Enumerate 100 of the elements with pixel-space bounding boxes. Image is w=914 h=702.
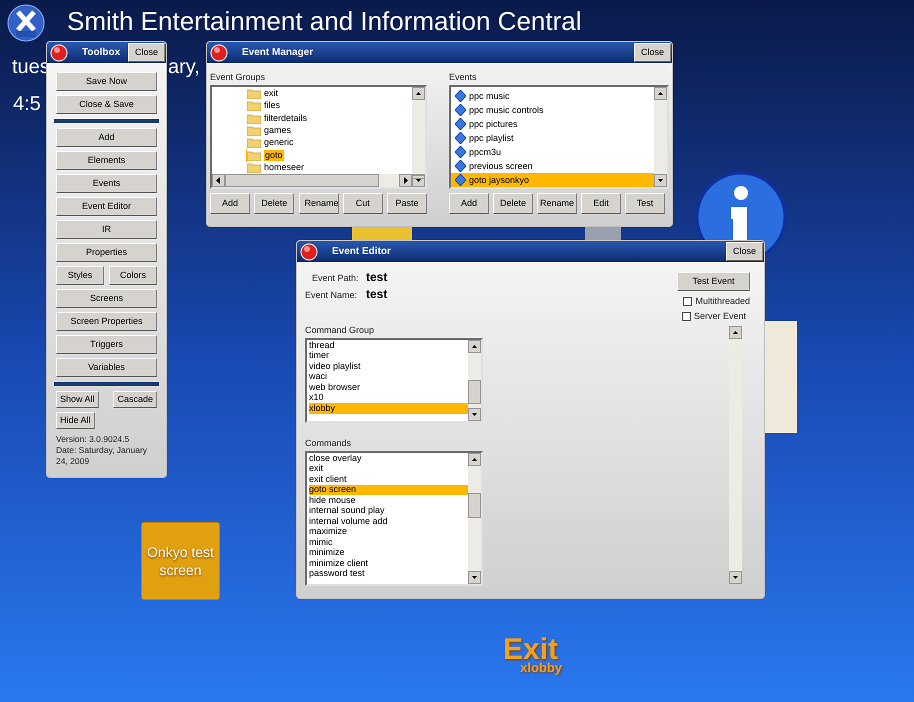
list-item[interactable]: internal sound play — [309, 506, 468, 516]
list-item[interactable]: hide mouse — [309, 495, 468, 506]
event-icon — [455, 104, 466, 116]
list-item[interactable]: minimize client — [309, 558, 468, 568]
scrollbar[interactable] — [412, 87, 426, 187]
button[interactable]: Test Event — [677, 272, 750, 291]
list-item[interactable]: ppc pictures — [455, 117, 654, 131]
scroll-thumb[interactable] — [468, 493, 481, 518]
button[interactable]: Delete — [493, 193, 534, 214]
list-item[interactable]: filterdetails — [246, 112, 412, 124]
button[interactable]: Properties — [56, 243, 157, 262]
list-item[interactable]: ppc music controls — [455, 103, 654, 117]
list-item[interactable]: mimic — [309, 537, 468, 548]
list-item[interactable]: exit client — [309, 474, 468, 484]
list-item[interactable]: previous screen — [455, 159, 654, 173]
list-item[interactable]: goto screen — [309, 484, 468, 495]
scroll-thumb[interactable] — [412, 175, 426, 179]
list-item[interactable]: maximize — [309, 526, 468, 537]
event-icon — [455, 160, 466, 172]
button[interactable]: Close & Save — [56, 95, 157, 114]
field-value: test — [366, 269, 388, 286]
button[interactable]: Add — [56, 128, 157, 147]
field-value: test — [366, 286, 388, 303]
list-item[interactable]: homeseer — [246, 162, 412, 174]
button[interactable]: Edit — [581, 193, 622, 214]
button[interactable]: Rename — [298, 193, 338, 214]
folder-icon — [247, 88, 261, 99]
window-title: Event Manager — [242, 46, 314, 60]
list-item[interactable]: ppc music — [455, 89, 654, 103]
button[interactable]: Show All — [56, 391, 99, 408]
logo-icon — [7, 4, 45, 42]
scrollbar[interactable] — [468, 340, 481, 421]
list-item[interactable]: password test — [309, 568, 468, 579]
list-item[interactable]: timer — [309, 350, 468, 361]
button[interactable]: Delete — [254, 193, 294, 214]
button[interactable]: Close — [634, 43, 671, 62]
list-item[interactable]: close overlay — [309, 453, 468, 464]
button[interactable]: IR — [56, 220, 157, 239]
button[interactable]: Styles — [56, 266, 104, 285]
folder-icon — [247, 112, 261, 124]
scrollbar[interactable] — [729, 326, 742, 584]
list-item[interactable]: minimize — [309, 548, 468, 558]
button[interactable]: Close — [128, 43, 165, 62]
list-item[interactable]: goto — [246, 149, 412, 162]
scrollbar[interactable] — [654, 87, 667, 187]
button[interactable]: Colors — [109, 266, 157, 285]
event-icon — [455, 90, 466, 102]
button[interactable]: Events — [56, 174, 157, 193]
button[interactable]: Add — [449, 193, 490, 214]
field-label: Event Path: — [312, 272, 360, 285]
field-label: Event Name: — [305, 289, 358, 302]
scroll-thumb[interactable] — [225, 174, 380, 187]
button[interactable]: Cut — [342, 193, 383, 214]
button[interactable]: Triggers — [56, 335, 157, 354]
button[interactable]: Close — [726, 242, 763, 261]
list-item[interactable]: thread — [309, 340, 468, 350]
button[interactable]: Hide All — [56, 412, 95, 429]
button[interactable]: Event Editor — [56, 197, 157, 216]
app-title: Smith Entertainment and Information Central — [67, 5, 582, 37]
list-item[interactable]: x10 — [309, 392, 468, 403]
folder-icon — [247, 150, 261, 161]
list-item[interactable]: generic — [246, 136, 412, 150]
list-item[interactable]: waci — [309, 372, 468, 382]
window-title: Event Editor — [332, 245, 392, 259]
list-item[interactable]: video playlist — [309, 361, 468, 372]
checkbox[interactable] — [682, 312, 691, 321]
button[interactable]: Screen Properties — [56, 312, 157, 331]
checkbox-label: Multithreaded — [695, 295, 750, 308]
list-item[interactable]: ppc playlist — [455, 131, 654, 145]
list-item[interactable]: xlobby — [309, 403, 468, 414]
event-icon — [455, 174, 466, 186]
section-label: Commands — [305, 437, 352, 449]
event-icon — [455, 146, 466, 158]
list-item[interactable]: ppcm3u — [455, 145, 654, 159]
folder-icon — [247, 124, 261, 136]
horizontal-scrollbar[interactable] — [212, 174, 412, 187]
button[interactable]: Test — [625, 193, 666, 214]
button[interactable]: Paste — [387, 193, 427, 214]
list-item[interactable]: games — [246, 124, 412, 137]
button[interactable]: Rename — [537, 193, 578, 214]
section-label: Event Groups — [210, 71, 266, 83]
button[interactable]: Screens — [56, 289, 157, 308]
list-item[interactable]: web browser — [309, 382, 468, 392]
section-label: Command Group — [305, 324, 376, 336]
scroll-thumb[interactable] — [468, 380, 481, 404]
button[interactable]: Variables — [56, 358, 157, 377]
list-item[interactable]: files — [246, 99, 412, 112]
checkbox[interactable] — [683, 297, 692, 306]
button[interactable]: Cascade — [113, 391, 157, 408]
list-item[interactable]: exit — [309, 464, 468, 474]
button[interactable]: Save Now — [56, 72, 157, 91]
button[interactable]: Elements — [56, 151, 157, 170]
list-item[interactable]: internal volume add — [309, 516, 468, 526]
list-item[interactable]: exit — [246, 87, 412, 100]
window-icon — [50, 44, 68, 62]
version-info: Version: 3.0.9024.5 Date: Saturday, January 24, 2009 — [56, 434, 148, 467]
button[interactable]: Add — [210, 193, 250, 214]
list-item[interactable]: goto jaysonkyo — [451, 173, 654, 187]
window-icon — [210, 44, 228, 62]
scrollbar[interactable] — [468, 453, 481, 584]
